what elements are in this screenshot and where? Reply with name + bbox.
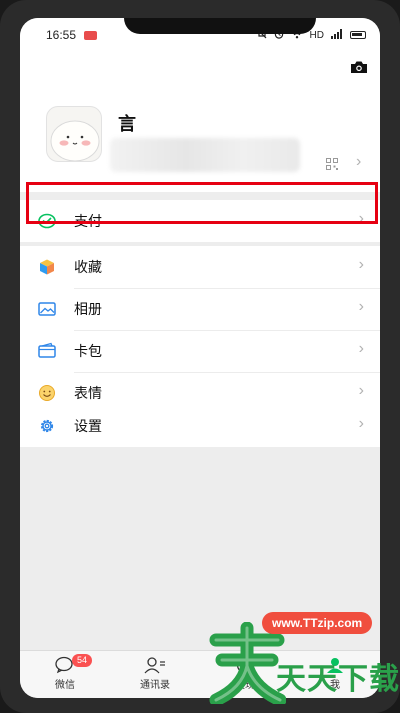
menu-item-settings[interactable]: 设置 › [20,405,380,447]
battery-icon [350,31,366,39]
chevron-right-icon: › [358,210,364,227]
payment-group: 支付 › [20,200,380,242]
menu-label-album: 相册 [74,301,102,317]
watermark-url: www.TTzip.com [262,612,373,634]
unread-badge: 54 [72,654,93,667]
settings-group: 设置 › [20,405,380,447]
menu-item-cards[interactable]: 卡包 › [20,330,380,372]
watermark-logo [209,622,286,704]
notification-icon [84,30,98,40]
menu-label-stickers: 表情 [74,385,102,401]
blurred-wechat-id [110,138,300,172]
menu-item-album[interactable]: 相册 › [20,288,380,330]
watermark-name: 天天下载 [276,662,400,697]
tab-label-contacts: 通讯录 [140,680,170,691]
contacts-icon [144,657,165,674]
menu-item-payment[interactable]: 支付 › [20,200,380,242]
camera-icon[interactable] [350,60,368,74]
phone-frame: 16:55 HD 言 › 支付 › 收藏 › 相册 › 卡包 › 表情 › 设置… [0,0,400,713]
chevron-right-icon: › [358,415,364,432]
chevron-right-icon: › [358,256,364,273]
status-time: 16:55 [46,28,77,42]
sticker-smile-icon [38,384,56,402]
camera-notch [124,18,316,34]
tab-chats[interactable]: 54 微信 [20,651,110,698]
menu-label-cards: 卡包 [74,343,102,359]
chevron-right-icon: › [358,340,364,357]
tab-label-chats: 微信 [55,680,75,691]
screen: 16:55 HD 言 › 支付 › 收藏 › 相册 › 卡包 › 表情 › 设置… [20,18,380,698]
gear-icon [38,417,56,435]
menu-label-payment: 支付 [74,213,102,229]
qr-code-icon[interactable] [326,157,338,170]
profile-name: 言 [118,114,136,134]
favorites-cube-icon [38,258,56,276]
menu-label-favorites: 收藏 [74,259,102,275]
menu-item-favorites[interactable]: 收藏 › [20,246,380,288]
chevron-right-icon: › [358,298,364,315]
menu-label-settings: 设置 [74,418,102,434]
signal-icon [331,28,343,42]
profile-header[interactable]: 言 › [20,52,380,192]
tab-contacts[interactable]: 通讯录 [110,651,200,698]
profile-chevron-icon: › [356,153,362,170]
main-menu-group: 收藏 › 相册 › 卡包 › 表情 › [20,246,380,414]
network-label: HD [309,29,324,41]
avatar[interactable] [46,106,102,162]
wechat-pay-icon [38,212,56,230]
chevron-right-icon: › [358,382,364,399]
card-wallet-icon [38,342,56,360]
album-icon [38,300,56,318]
